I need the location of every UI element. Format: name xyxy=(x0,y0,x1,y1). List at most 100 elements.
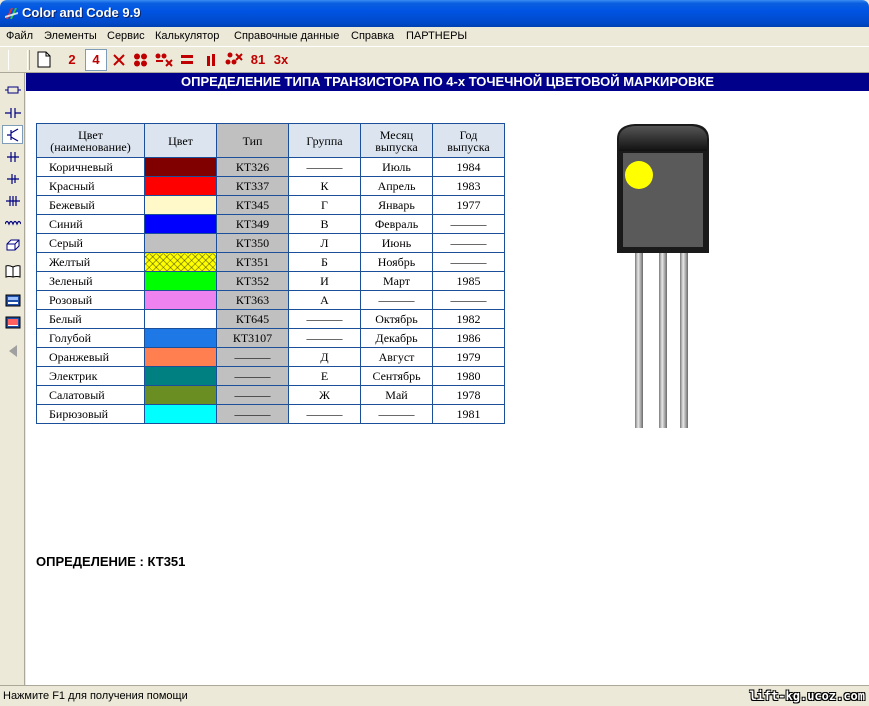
equals-icon[interactable] xyxy=(180,54,194,66)
group-cell: Г xyxy=(288,195,361,215)
color-swatch-cell xyxy=(144,404,217,424)
x-icon[interactable] xyxy=(113,54,125,66)
month-cell: Июнь xyxy=(360,233,433,253)
color-swatch-cell xyxy=(144,233,217,253)
type-cell: КТ645 xyxy=(216,309,289,329)
color-name-cell: Желтый xyxy=(36,252,145,272)
page-title: ОПРЕДЕЛЕНИЕ ТИПА ТРАНЗИСТОРА ПО 4-х ТОЧЕ… xyxy=(26,73,869,91)
book-icon xyxy=(5,264,20,278)
table-row[interactable]: Розовый КТ363 А ——— ——— xyxy=(36,290,505,310)
transistor-image[interactable] xyxy=(615,123,741,433)
table-row[interactable]: Белый КТ645 ——— Октябрь 1982 xyxy=(36,309,505,329)
status-bar: Нажмите F1 для получения помощи lift-kg.… xyxy=(0,685,869,706)
table-row[interactable]: Желтый КТ351 Б Ноябрь ——— xyxy=(36,252,505,272)
menu-service[interactable]: Сервис xyxy=(107,30,145,42)
color-swatch-cell xyxy=(144,328,217,348)
year-cell: ——— xyxy=(432,290,505,310)
year-cell: 1981 xyxy=(432,404,505,424)
four-dots-icon[interactable] xyxy=(133,53,148,67)
header-group: Группа xyxy=(288,123,361,158)
year-cell: 1986 xyxy=(432,328,505,348)
table-row[interactable]: Синий КТ349 В Февраль ——— xyxy=(36,214,505,234)
eraser-tool[interactable] xyxy=(2,235,23,254)
color-swatch-cell xyxy=(144,176,217,196)
group-cell: ——— xyxy=(288,157,361,177)
header-type: Тип xyxy=(216,123,289,158)
menu-elements[interactable]: Элементы xyxy=(44,30,97,42)
dots-x-alt-icon[interactable] xyxy=(225,52,243,68)
month-cell: Март xyxy=(360,271,433,291)
type-cell: ——— xyxy=(216,347,289,367)
display-tool[interactable] xyxy=(2,291,23,310)
month-cell: Январь xyxy=(360,195,433,215)
table-row[interactable]: Электрик ——— Е Сентябрь 1980 xyxy=(36,366,505,386)
mode-81-button[interactable]: 81 xyxy=(248,49,268,71)
new-document-icon[interactable] xyxy=(37,51,51,68)
year-cell: 1978 xyxy=(432,385,505,405)
table-row[interactable]: Оранжевый ——— Д Август 1979 xyxy=(36,347,505,367)
diode-tool[interactable] xyxy=(2,169,23,188)
header-color: Цвет xyxy=(144,123,217,158)
transistor-tool[interactable] xyxy=(2,125,23,144)
zener-tool[interactable] xyxy=(2,191,23,210)
resistor-tool[interactable] xyxy=(2,80,23,99)
group-cell: ——— xyxy=(288,404,361,424)
display-icon xyxy=(5,294,20,307)
back-tool[interactable] xyxy=(2,341,23,360)
table-row[interactable]: Голубой КТ3107 ——— Декабрь 1986 xyxy=(36,328,505,348)
menu-reference-data[interactable]: Справочные данные xyxy=(234,30,339,42)
window-title: Color and Code 9.9 xyxy=(22,5,141,20)
table-row[interactable]: Салатовый ——— Ж Май 1978 xyxy=(36,385,505,405)
dots-x-icon[interactable] xyxy=(155,53,173,67)
book-tool[interactable] xyxy=(2,261,23,280)
menu-file[interactable]: Файл xyxy=(6,30,33,42)
table-row[interactable]: Бирюзовый ——— ——— ——— 1981 xyxy=(36,404,505,424)
menu-partners[interactable]: ПАРТНЕРЫ xyxy=(406,30,467,42)
table-row[interactable]: Красный КТ337 К Апрель 1983 xyxy=(36,176,505,196)
color-swatch-cell xyxy=(144,195,217,215)
table-header-row: Цвет (наименование) Цвет Тип Группа Месяц… xyxy=(36,123,505,158)
inductor-icon xyxy=(6,151,19,162)
toolbar-separator xyxy=(27,50,30,70)
diode-icon xyxy=(6,173,19,184)
status-text: Нажмите F1 для получения помощи xyxy=(3,690,188,702)
year-cell: ——— xyxy=(432,252,505,272)
display-alt-tool[interactable] xyxy=(2,313,23,332)
coil-tool[interactable] xyxy=(2,213,23,232)
color-swatch-cell xyxy=(144,157,217,177)
color-swatch-cell xyxy=(144,214,217,234)
mode-3x-button[interactable]: 3x xyxy=(271,49,291,71)
capacitor-icon xyxy=(4,107,21,118)
app-logo-icon xyxy=(5,8,18,19)
menu-calculator[interactable]: Калькулятор xyxy=(155,30,219,42)
table-row[interactable]: Бежевый КТ345 Г Январь 1977 xyxy=(36,195,505,215)
type-cell: КТ326 xyxy=(216,157,289,177)
inductor-tool[interactable] xyxy=(2,147,23,166)
transistor-lead-middle xyxy=(659,253,667,428)
group-cell: Д xyxy=(288,347,361,367)
two-bars-icon[interactable] xyxy=(206,53,216,67)
type-cell: КТ352 xyxy=(216,271,289,291)
year-cell: ——— xyxy=(432,233,505,253)
color-code-table: Цвет (наименование) Цвет Тип Группа Месяц… xyxy=(36,123,505,424)
toolbar-grip xyxy=(8,50,22,70)
color-name-cell: Белый xyxy=(36,309,145,329)
color-swatch-cell xyxy=(144,271,217,291)
table-row[interactable]: Серый КТ350 Л Июнь ——— xyxy=(36,233,505,253)
table-row[interactable]: Коричневый КТ326 ——— Июль 1984 xyxy=(36,157,505,177)
result-label: ОПРЕДЕЛЕНИЕ : xyxy=(36,554,144,569)
year-cell: 1985 xyxy=(432,271,505,291)
table-row[interactable]: Зеленый КТ352 И Март 1985 xyxy=(36,271,505,291)
mode-4-button[interactable]: 4 xyxy=(85,49,107,71)
type-cell: ——— xyxy=(216,366,289,386)
type-cell: ——— xyxy=(216,385,289,405)
header-month: Месяц выпуска xyxy=(360,123,433,158)
capacitor-tool[interactable] xyxy=(2,103,23,122)
eraser-icon xyxy=(6,239,19,250)
year-cell: 1983 xyxy=(432,176,505,196)
group-cell: Ж xyxy=(288,385,361,405)
month-cell: ——— xyxy=(360,404,433,424)
menu-help[interactable]: Справка xyxy=(351,30,394,42)
content-area: ОПРЕДЕЛЕНИЕ ТИПА ТРАНЗИСТОРА ПО 4-х ТОЧЕ… xyxy=(26,73,869,685)
mode-2-button[interactable]: 2 xyxy=(63,49,81,71)
